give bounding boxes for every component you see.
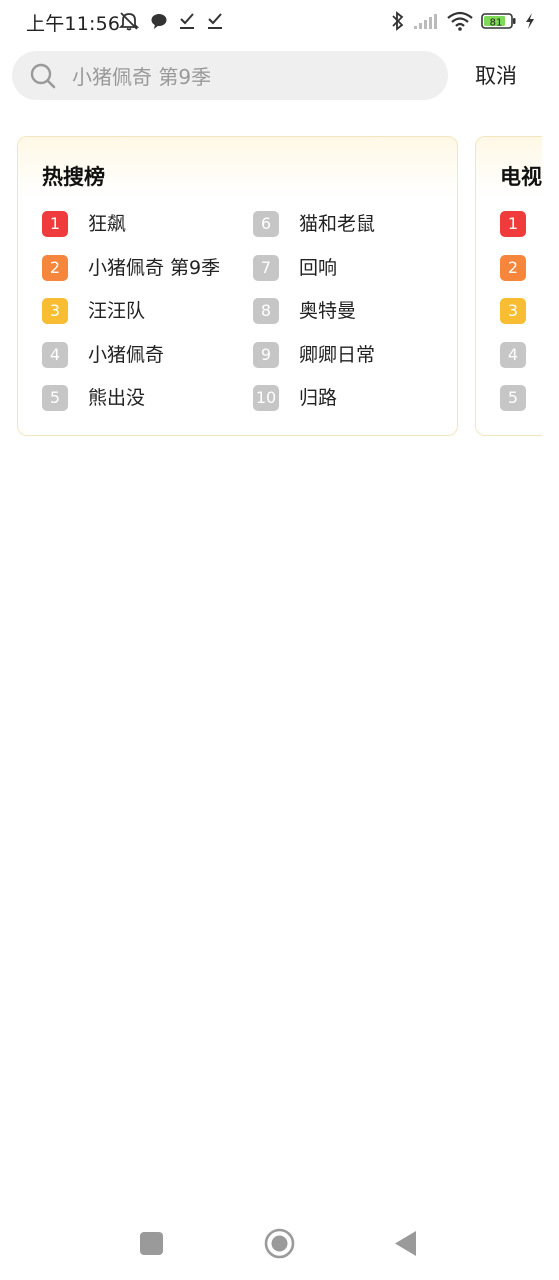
download-check-icon (206, 12, 224, 30)
hot-search-item[interactable]: 4 小猪佩奇 (42, 341, 220, 386)
hot-search-label: 归路 (299, 387, 338, 409)
tv-ranking-item[interactable]: 1 (500, 211, 526, 255)
hot-search-label: 狂飙 (88, 213, 127, 235)
hot-search-label: 卿卿日常 (299, 343, 376, 366)
bell-off-icon (118, 11, 140, 31)
tv-ranking-item[interactable]: 2 (500, 254, 526, 299)
hot-search-column-left: 1 狂飙 2 小猪佩奇 第9季 3 汪汪队 4 小猪佩奇 5 熊出没 (42, 211, 220, 429)
charging-bolt-icon (525, 12, 535, 30)
tv-ranking-column: 1 2 3 4 5 (500, 211, 526, 429)
home-circle-icon[interactable] (264, 1228, 295, 1259)
hot-search-label: 奥特曼 (299, 300, 357, 322)
hot-search-item[interactable]: 9 卿卿日常 (253, 341, 376, 386)
recents-square-icon[interactable] (140, 1232, 163, 1255)
tv-ranking-title: 电视 (500, 165, 542, 189)
hot-search-label: 猫和老鼠 (299, 213, 376, 235)
rank-badge: 7 (253, 254, 279, 281)
status-system-icons: 81 (391, 9, 535, 33)
rank-badge: 5 (42, 385, 68, 411)
rank-badge: 4 (500, 341, 526, 368)
rank-badge: 4 (42, 341, 68, 368)
search-input[interactable] (70, 51, 434, 102)
search-icon (29, 62, 57, 90)
hot-search-title: 热搜榜 (42, 165, 105, 189)
download-check-icon (178, 12, 196, 30)
rank-badge: 8 (253, 298, 279, 324)
rank-badge: 10 (253, 385, 279, 411)
hot-search-item[interactable]: 6 猫和老鼠 (253, 211, 375, 255)
bluetooth-icon (391, 11, 405, 31)
hot-search-label: 小猪佩奇 (88, 343, 165, 366)
tv-ranking-card[interactable]: 电视 1 2 3 4 5 (475, 136, 542, 436)
signal-icon (413, 12, 439, 30)
status-notification-icons (118, 10, 224, 32)
status-time: 上午11:56 (26, 13, 121, 35)
rank-badge: 9 (253, 341, 279, 368)
cancel-button[interactable]: 取消 (468, 60, 524, 92)
hot-search-label: 小猪佩奇 第9季 (88, 256, 221, 279)
hot-search-label: 熊出没 (88, 387, 146, 409)
hot-search-item[interactable]: 3 汪汪队 (42, 298, 220, 342)
battery-icon: 81 (481, 12, 517, 30)
hot-search-column-right: 6 猫和老鼠 7 回响 8 奥特曼 9 卿卿日常 10 归路 (253, 211, 375, 429)
wifi-icon (447, 11, 473, 31)
hot-search-card: 热搜榜 1 狂飙 2 小猪佩奇 第9季 3 汪汪队 4 小猪佩奇 5 熊出没 6… (17, 136, 458, 436)
rank-badge: 3 (42, 298, 68, 324)
back-triangle-icon[interactable] (394, 1230, 418, 1257)
search-box[interactable] (12, 51, 448, 102)
rank-badge: 2 (500, 254, 526, 281)
system-navigation-bar (0, 1210, 559, 1280)
rank-badge: 1 (42, 211, 68, 237)
rank-badge: 6 (253, 211, 279, 237)
hot-search-label: 汪汪队 (88, 300, 146, 322)
hot-search-item[interactable]: 2 小猪佩奇 第9季 (42, 254, 221, 299)
ranking-cards-carousel[interactable]: 热搜榜 1 狂飙 2 小猪佩奇 第9季 3 汪汪队 4 小猪佩奇 5 熊出没 6… (0, 136, 542, 438)
rank-badge: 5 (500, 385, 526, 411)
tv-ranking-item[interactable]: 3 (500, 298, 526, 342)
battery-level-text: 81 (490, 18, 503, 29)
tv-ranking-item[interactable]: 5 (500, 385, 526, 429)
hot-search-item[interactable]: 7 回响 (253, 254, 375, 299)
hot-search-label: 回响 (299, 256, 338, 279)
rank-badge: 1 (500, 211, 526, 237)
rank-badge: 2 (42, 254, 68, 281)
hot-search-item[interactable]: 8 奥特曼 (253, 298, 375, 342)
rank-badge: 3 (500, 298, 526, 324)
status-bar: 上午11:56 81 (0, 0, 559, 42)
hot-search-item[interactable]: 1 狂飙 (42, 211, 220, 255)
hot-search-item[interactable]: 10 归路 (253, 385, 375, 429)
hot-search-item[interactable]: 5 熊出没 (42, 385, 220, 429)
chat-bubble-icon (150, 12, 168, 30)
tv-ranking-item[interactable]: 4 (500, 341, 526, 386)
